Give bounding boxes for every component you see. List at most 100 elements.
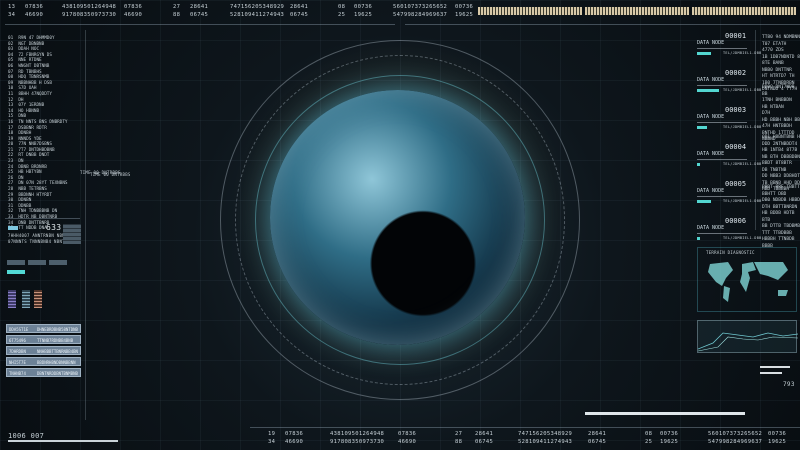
node-label: DATA NODE [697, 40, 725, 46]
node-bar [697, 126, 707, 129]
top-rows-cell: 27 [173, 4, 181, 10]
node-label: DATA NODE [697, 151, 725, 157]
node-line [697, 48, 747, 49]
node-number: 00002 [725, 69, 747, 77]
node-label: DATA NODE [697, 114, 725, 120]
bottom-rows-cell: 438109501264948 [330, 431, 385, 437]
top-rows-cell: 46690 [124, 12, 143, 18]
data-node[interactable]: DATA NODE 00002 TEL/JDMBIEL1.DBB [697, 69, 761, 99]
bottom-rows-cell: 560107373265652 [708, 431, 763, 437]
top-rows-cell: 00736 [455, 4, 474, 10]
row-value: TTNNB7RDNBB4BNB [37, 338, 74, 343]
top-rows-cell: 747156205348929 [230, 4, 285, 10]
top-bar-graph-2 [585, 7, 689, 15]
row-code: NHI5T7E [9, 360, 26, 365]
bottom-rows-cell: 917808350973730 [330, 439, 385, 445]
bottom-rows-cell: 88 [455, 439, 463, 445]
bottom-rows-cell: 19 [268, 431, 276, 437]
bottom-rows-cell: 547998284969637 [708, 439, 763, 445]
row-value: DBNTNRDDBNTBNMBNB [37, 371, 78, 376]
bottom-rows-cell: 06745 [475, 439, 494, 445]
left-divider [5, 218, 80, 219]
row-code: DDA5ST1E [9, 327, 29, 332]
left-tile-3[interactable] [49, 260, 67, 265]
node-line [697, 85, 747, 86]
bottom-rows-cell: 28641 [475, 431, 494, 437]
node-caption: TEL/JDMBIEL1.DBB [723, 236, 762, 240]
left-code-list: 01 R9N 47 DHMMD0Y 02 NGT DBNBNB 03 DDAH … [8, 36, 68, 232]
row-code: 6T75496 [9, 338, 26, 343]
node-caption: TEL/JDMBIEL1.DBB [723, 162, 762, 166]
top-rows-cell: 917808350973730 [62, 12, 117, 18]
row-code: 7DHRDBN [9, 349, 26, 354]
bottom-rows-cell: 747156205348929 [518, 431, 573, 437]
top-bar-graph-1 [478, 7, 582, 15]
left-data-row[interactable]: NHI5T7E BBDNRHBNDBNNBBNN [6, 357, 81, 366]
node-label: DATA NODE [697, 225, 725, 231]
bottom-progress-bar [585, 412, 745, 415]
bottom-rows-cell: 46690 [398, 439, 417, 445]
bottom-rows-cell: 27 [455, 431, 463, 437]
left-data-row[interactable]: 6T75496 TTNNB7RDNBB4BNB [6, 335, 81, 344]
data-node[interactable]: DATA NODE 00001 TEL/JDMBIEL1.DBB [697, 32, 761, 62]
right-bar-2 [760, 372, 782, 374]
top-rows-cell: 560107373265652 [393, 4, 448, 10]
top-rows-cell: 28641 [190, 4, 209, 10]
bottom-rows-cell: 00736 [768, 431, 787, 437]
bottom-rows-cell: 07836 [398, 431, 417, 437]
node-caption: TEL/JDMBIEL1.DBB [723, 51, 762, 55]
world-map-icon [708, 262, 788, 302]
left-data-row[interactable]: 7DHRDBN NNHBBBTTBNRNBB4BN [6, 346, 81, 355]
top-rows-cell: 547998284969637 [393, 12, 448, 18]
node-bar [697, 89, 719, 92]
top-slider-track-1[interactable] [5, 24, 395, 25]
left-mini-grid [63, 224, 81, 244]
top-rows-cell: 46690 [25, 12, 44, 18]
top-rows-cell: 528109411274943 [230, 12, 285, 18]
data-node[interactable]: DATA NODE 00006 TEL/JDMBIEL1.DBB [697, 217, 761, 247]
bottom-left-value: 1006 007 [8, 432, 45, 440]
left-data-row[interactable]: DDA5ST1E DHNEBRDBNB58NTDNB [6, 324, 81, 333]
left-meter-1 [8, 290, 16, 308]
node-bar [697, 52, 711, 55]
earth-globe[interactable] [270, 90, 525, 345]
signal-lines [697, 332, 799, 352]
left-tile-active[interactable] [7, 270, 25, 274]
top-rows-cell: 06745 [290, 12, 309, 18]
left-stat-value: 633 [46, 223, 62, 232]
bottom-rows-cell: 06745 [588, 439, 607, 445]
top-rows-cell: 00736 [354, 4, 373, 10]
node-label: DATA NODE [697, 188, 725, 194]
top-slider-track-2[interactable] [405, 24, 800, 25]
bottom-rows-cell: 07836 [285, 431, 304, 437]
node-number: 00006 [725, 217, 747, 225]
node-number: 00005 [725, 180, 747, 188]
left-tile-2[interactable] [28, 260, 46, 265]
top-rows-cell: 438109501264948 [62, 4, 117, 10]
bottom-rows-cell: 28641 [588, 431, 607, 437]
node-line [697, 159, 747, 160]
data-node[interactable]: DATA NODE 00004 TEL/JDMBIEL1.DBB [697, 143, 761, 173]
row-value: DHNEBRDBNB58NTDNB [37, 327, 78, 332]
bottom-divider [250, 427, 800, 428]
node-bar [697, 200, 711, 203]
top-rows-cell: 88 [173, 12, 181, 18]
bottom-rows-cell: 08 [645, 431, 653, 437]
data-node[interactable]: DATA NODE 00003 TEL/JDMBIEL1.DBB [697, 106, 761, 136]
left-tile-1[interactable] [7, 260, 25, 265]
signal-chart [697, 320, 799, 353]
bottom-rows-cell: 19625 [768, 439, 787, 445]
data-node[interactable]: DATA NODE 00005 TEL/JDMBIEL1.DBB [697, 180, 761, 210]
row-value: BBDNRHBNDBNNBBNN [37, 360, 76, 365]
left-data-row[interactable]: TNHNB74 DBNTNRDDBNTBNMBNB [6, 368, 81, 377]
right-readout: 793 [783, 381, 795, 388]
terrain-title: TERRAIN DIAGNOSTIC [706, 250, 755, 255]
bottom-rows-cell: 528109411274943 [518, 439, 573, 445]
top-rows-cell: 08 [338, 4, 346, 10]
top-rows-cell: 07836 [124, 4, 143, 10]
bottom-rows-cell: 34 [268, 439, 276, 445]
row-value: NNHBBBTTBNRNBB4BN [37, 349, 78, 354]
bottom-rows-cell: 25 [645, 439, 653, 445]
bottom-rows-cell: 00736 [660, 431, 679, 437]
node-caption: TEL/JDMBIEL1.DBB [723, 125, 762, 129]
